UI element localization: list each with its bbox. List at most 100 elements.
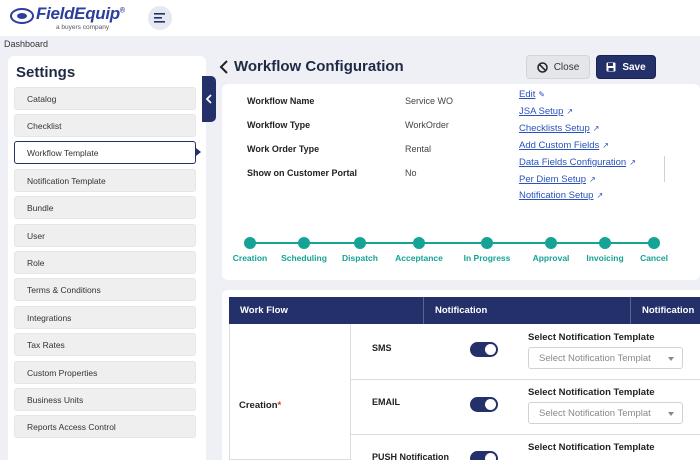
caret-down-icon	[668, 357, 674, 361]
channel-email-label: EMAIL	[372, 397, 400, 407]
collapse-sidebar-button[interactable]	[202, 76, 216, 122]
select-placeholder: Select Notification Templat	[539, 353, 651, 364]
stage-label-in-progress[interactable]: In Progress	[464, 253, 511, 263]
work-order-type-label: Work Order Type	[247, 144, 320, 154]
settings-item-user[interactable]: User	[14, 224, 196, 247]
save-icon	[606, 62, 616, 72]
stage-dot-acceptance[interactable]	[413, 237, 425, 249]
stage-dot-in-progress[interactable]	[481, 237, 493, 249]
column-header-workflow: Work Flow	[240, 305, 288, 316]
external-link-icon: ↗	[602, 141, 609, 150]
workflow-table-card: Work Flow Notification Notification Crea…	[222, 290, 700, 460]
external-link-icon: ↗	[592, 124, 600, 133]
settings-item-checklist[interactable]: Checklist	[14, 114, 196, 137]
stage-label-invoicing[interactable]: Invoicing	[586, 253, 623, 263]
email-toggle[interactable]	[470, 397, 498, 412]
channel-sms-label: SMS	[372, 343, 392, 353]
settings-item-custom-properties[interactable]: Custom Properties	[14, 361, 196, 384]
channel-push-label: PUSH Notification	[372, 452, 450, 460]
edit-icon: ✎	[538, 90, 546, 99]
settings-item-catalog[interactable]: Catalog	[14, 87, 196, 110]
column-divider	[630, 297, 631, 324]
workflow-type-label: Workflow Type	[247, 120, 311, 130]
stage-dot-creation[interactable]	[244, 237, 256, 249]
top-bar: FieldEquip® a buyers company	[0, 0, 700, 36]
stage-label-cancel[interactable]: Cancel	[640, 253, 668, 263]
stage-cell	[229, 324, 351, 460]
customer-portal-value: No	[405, 168, 417, 178]
settings-item-tax-rates[interactable]: Tax Rates	[14, 333, 196, 356]
stage-dot-dispatch[interactable]	[354, 237, 366, 249]
jsa-setup-link[interactable]: JSA Setup ↗	[519, 106, 573, 117]
notification-setup-link[interactable]: Notification Setup ↗	[519, 190, 603, 201]
workflow-name-label: Workflow Name	[247, 96, 315, 106]
close-label: Close	[553, 61, 580, 73]
customer-portal-label: Show on Customer Portal	[247, 168, 358, 178]
settings-item-terms[interactable]: Terms & Conditions	[14, 278, 196, 301]
settings-item-workflow-template[interactable]: Workflow Template	[14, 141, 201, 164]
email-template-label: Select Notification Template	[528, 387, 655, 398]
table-header: Work Flow Notification Notification	[229, 297, 700, 324]
settings-item-bundle[interactable]: Bundle	[14, 196, 196, 219]
email-template-select[interactable]: Select Notification Templat	[528, 402, 683, 424]
work-order-type-value: Rental	[405, 144, 432, 154]
settings-title: Settings	[16, 64, 76, 81]
save-label: Save	[622, 61, 646, 73]
toggle-knob	[485, 453, 496, 460]
divider	[664, 156, 665, 182]
page-title: Workflow Configuration	[234, 58, 404, 75]
settings-item-business-units[interactable]: Business Units	[14, 388, 196, 411]
per-diem-setup-link[interactable]: Per Diem Setup ↗	[519, 174, 596, 185]
brand-subtitle: a buyers company	[56, 24, 110, 31]
settings-item-label: Workflow Template	[27, 148, 99, 158]
add-custom-fields-link[interactable]: Add Custom Fields ↗	[519, 140, 609, 151]
sms-toggle[interactable]	[470, 342, 498, 357]
back-icon[interactable]	[218, 59, 230, 75]
breadcrumb[interactable]: Dashboard	[4, 39, 48, 49]
workflow-type-value: WorkOrder	[405, 120, 449, 130]
stage-dot-invoicing[interactable]	[599, 237, 611, 249]
push-toggle[interactable]	[470, 451, 498, 460]
ban-icon	[536, 61, 548, 73]
settings-item-role[interactable]: Role	[14, 251, 196, 274]
menu-toggle-button[interactable]	[148, 6, 172, 30]
toggle-knob	[485, 344, 496, 355]
stage-label-acceptance[interactable]: Acceptance	[395, 253, 443, 263]
edit-link[interactable]: Edit ✎	[519, 89, 545, 100]
sms-template-select[interactable]: Select Notification Templat	[528, 347, 683, 369]
settings-item-integrations[interactable]: Integrations	[14, 306, 196, 329]
stage-dot-approval[interactable]	[545, 237, 557, 249]
external-link-icon: ↗	[589, 175, 596, 184]
data-fields-configuration-link[interactable]: Data Fields Configuration ↗	[519, 157, 636, 168]
save-button[interactable]: Save	[596, 55, 656, 79]
settings-panel: Settings Catalog Checklist Workflow Temp…	[8, 56, 206, 460]
settings-item-reports-access[interactable]: Reports Access Control	[14, 415, 196, 438]
push-template-label: Select Notification Template	[528, 442, 655, 453]
stage-dot-cancel[interactable]	[648, 237, 660, 249]
column-header-notification: Notification	[435, 305, 488, 316]
stage-dot-scheduling[interactable]	[298, 237, 310, 249]
stage-label-dispatch[interactable]: Dispatch	[342, 253, 378, 263]
checklists-setup-link[interactable]: Checklists Setup ↗	[519, 123, 599, 134]
external-link-icon: ↗	[596, 191, 604, 200]
stage-label-scheduling[interactable]: Scheduling	[281, 253, 327, 263]
stage-label-approval[interactable]: Approval	[533, 253, 570, 263]
logo-icon	[10, 8, 34, 24]
row-divider	[351, 434, 700, 435]
active-indicator	[196, 148, 201, 156]
stage-name: Creation*	[239, 400, 282, 411]
workflow-info-card: Workflow Name Service WO Workflow Type W…	[222, 84, 700, 280]
stage-label-creation[interactable]: Creation	[233, 253, 267, 263]
caret-down-icon	[668, 412, 674, 416]
hamburger-icon	[154, 13, 165, 23]
stage-progress-line	[250, 242, 654, 244]
settings-item-notification-template[interactable]: Notification Template	[14, 169, 196, 192]
column-header-notification-2: Notification	[642, 305, 695, 316]
column-divider	[423, 297, 424, 324]
chevron-left-icon	[205, 94, 212, 104]
brand-logo[interactable]: FieldEquip® a buyers company	[10, 4, 128, 32]
external-link-icon: ↗	[629, 158, 636, 167]
workflow-name-value: Service WO	[405, 96, 454, 106]
external-link-icon: ↗	[566, 107, 574, 116]
close-button[interactable]: Close	[526, 55, 590, 79]
